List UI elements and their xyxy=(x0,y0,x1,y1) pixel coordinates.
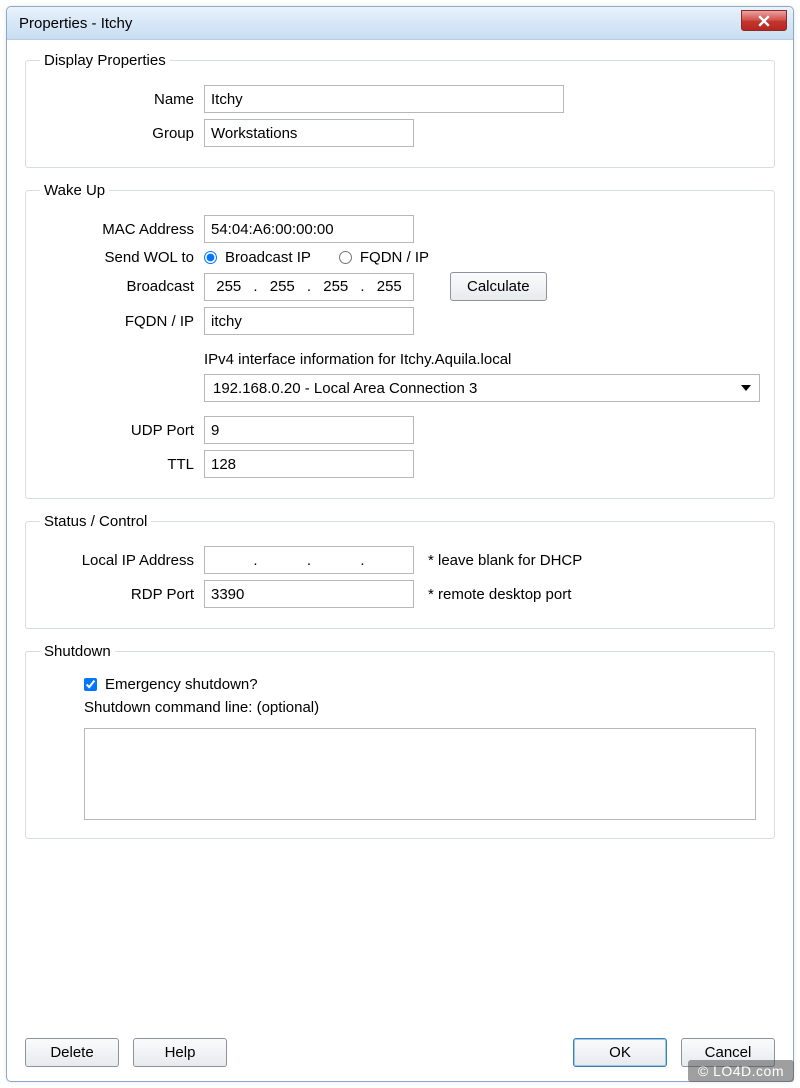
chevron-down-icon xyxy=(741,385,751,391)
localip-note: * leave blank for DHCP xyxy=(428,552,582,569)
broadcast-octet-3[interactable]: 255 xyxy=(369,278,409,295)
dialog-footer: Delete Help OK Cancel xyxy=(25,1026,775,1067)
display-properties-group: Display Properties Name Group xyxy=(25,52,775,168)
window-title: Properties - Itchy xyxy=(19,15,132,32)
status-control-group: Status / Control Local IP Address . . . … xyxy=(25,513,775,629)
rdp-port-field[interactable] xyxy=(204,580,414,608)
radio-broadcast-input[interactable] xyxy=(204,251,217,264)
broadcast-ip-field[interactable]: 255. 255. 255. 255 xyxy=(204,273,414,301)
ok-button[interactable]: OK xyxy=(573,1038,667,1067)
titlebar[interactable]: Properties - Itchy xyxy=(7,7,793,40)
fqdn-field[interactable] xyxy=(204,307,414,335)
client-area: Display Properties Name Group Wake Up MA… xyxy=(7,40,793,1081)
emergency-shutdown-input[interactable] xyxy=(84,678,97,691)
localip-label: Local IP Address xyxy=(40,552,204,569)
broadcast-label: Broadcast xyxy=(40,278,204,295)
properties-dialog: Properties - Itchy Display Properties Na… xyxy=(6,6,794,1082)
broadcast-octet-0[interactable]: 255 xyxy=(209,278,249,295)
shutdown-cmd-field[interactable] xyxy=(84,728,756,820)
watermark: © LO4D.com xyxy=(688,1060,794,1082)
udp-port-label: UDP Port xyxy=(40,422,204,439)
mac-field[interactable] xyxy=(204,215,414,243)
ipv4-info-label: IPv4 interface information for Itchy.Aqu… xyxy=(204,351,511,368)
emergency-shutdown-label: Emergency shutdown? xyxy=(105,676,258,693)
status-control-legend: Status / Control xyxy=(40,513,151,530)
broadcast-octet-1[interactable]: 255 xyxy=(262,278,302,295)
send-wol-label: Send WOL to xyxy=(40,249,204,266)
wake-up-legend: Wake Up xyxy=(40,182,109,199)
shutdown-cmd-label: Shutdown command line: (optional) xyxy=(84,699,319,716)
radio-broadcast-label: Broadcast IP xyxy=(225,249,311,266)
close-icon xyxy=(758,15,770,27)
localip-field[interactable]: . . . xyxy=(204,546,414,574)
name-label: Name xyxy=(40,91,204,108)
wake-up-group: Wake Up MAC Address Send WOL to Broadcas… xyxy=(25,182,775,499)
ipv4-interface-value: 192.168.0.20 - Local Area Connection 3 xyxy=(213,380,477,397)
name-field[interactable] xyxy=(204,85,564,113)
mac-label: MAC Address xyxy=(40,221,204,238)
ipv4-interface-combo[interactable]: 192.168.0.20 - Local Area Connection 3 xyxy=(204,374,760,402)
rdp-note: * remote desktop port xyxy=(428,586,571,603)
fqdn-label: FQDN / IP xyxy=(40,313,204,330)
group-field[interactable] xyxy=(204,119,414,147)
ttl-label: TTL xyxy=(40,456,204,473)
shutdown-legend: Shutdown xyxy=(40,643,115,660)
radio-broadcast[interactable]: Broadcast IP xyxy=(204,249,311,266)
rdp-port-label: RDP Port xyxy=(40,586,204,603)
radio-fqdn-input[interactable] xyxy=(339,251,352,264)
close-button[interactable] xyxy=(741,10,787,31)
radio-fqdn[interactable]: FQDN / IP xyxy=(339,249,429,266)
wol-radio-group: Broadcast IP FQDN / IP xyxy=(204,249,429,266)
shutdown-group: Shutdown Emergency shutdown? Shutdown co… xyxy=(25,643,775,839)
radio-fqdn-label: FQDN / IP xyxy=(360,249,429,266)
delete-button[interactable]: Delete xyxy=(25,1038,119,1067)
help-button[interactable]: Help xyxy=(133,1038,227,1067)
broadcast-octet-2[interactable]: 255 xyxy=(316,278,356,295)
ttl-field[interactable] xyxy=(204,450,414,478)
calculate-button[interactable]: Calculate xyxy=(450,272,547,301)
emergency-shutdown-checkbox[interactable]: Emergency shutdown? xyxy=(84,676,258,693)
group-label: Group xyxy=(40,125,204,142)
display-properties-legend: Display Properties xyxy=(40,52,170,69)
udp-port-field[interactable] xyxy=(204,416,414,444)
